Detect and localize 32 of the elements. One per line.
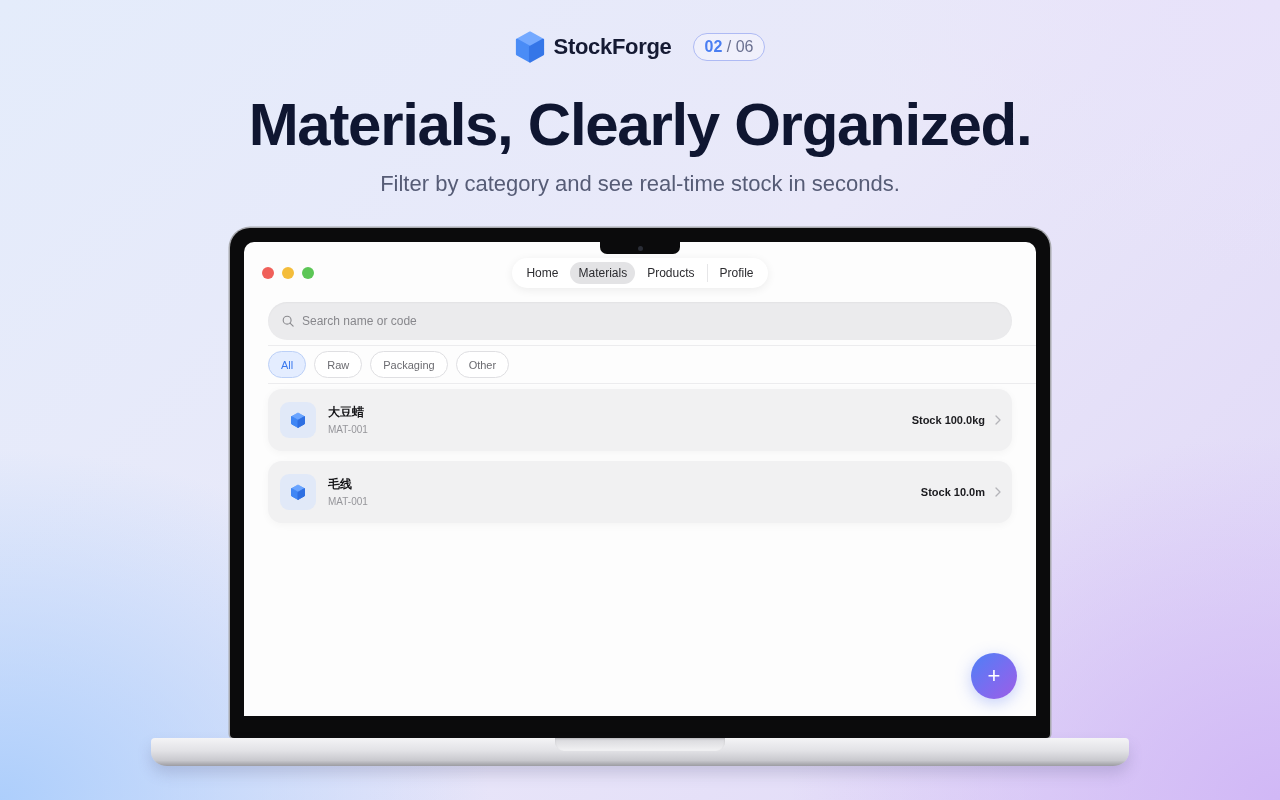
brand-name: StockForge — [553, 34, 672, 60]
chevron-right-icon — [995, 415, 1001, 425]
filter-chip[interactable]: All — [268, 351, 307, 378]
camera-icon — [637, 245, 643, 251]
minimize-icon[interactable] — [282, 267, 294, 279]
chevron-right-icon — [995, 487, 1001, 497]
material-name: 毛线 — [328, 476, 353, 492]
filter-chip[interactable]: Raw — [314, 351, 363, 378]
subtitle: Filter by category and see real-time stock in seconds. — [380, 170, 900, 198]
stock-amount: Stock 100.0kg — [911, 414, 985, 426]
cube-logo-icon — [514, 31, 545, 63]
cube-icon — [280, 402, 316, 438]
nav-tab[interactable]: Products — [639, 262, 703, 284]
filter-chip[interactable]: Other — [455, 351, 510, 378]
search-icon — [282, 315, 294, 327]
close-icon[interactable] — [262, 267, 274, 279]
page-counter: 02 / 06 — [692, 33, 766, 61]
stock-amount: Stock 10.0m — [920, 486, 985, 498]
cube-icon — [280, 474, 316, 510]
nav-tab[interactable]: Home — [518, 262, 567, 284]
material-code: MAT-001 — [328, 423, 369, 436]
add-button[interactable]: + — [971, 653, 1017, 699]
material-name: 大豆蜡 — [328, 404, 365, 420]
search-field[interactable]: Search name or code — [268, 302, 1012, 340]
maximize-icon[interactable] — [302, 267, 314, 279]
nav-tab[interactable]: Materials — [570, 262, 636, 284]
material-card[interactable]: 大豆蜡 MAT-001 Stock 100.0kg — [268, 389, 1012, 451]
material-card[interactable]: 毛线 MAT-001 Stock 10.0m — [268, 461, 1012, 523]
headline: Materials, Clearly Organized. — [248, 90, 1032, 160]
filter-chip[interactable]: Packaging — [370, 351, 448, 378]
nav-tab[interactable]: Profile — [711, 262, 762, 284]
material-code: MAT-001 — [328, 495, 369, 508]
